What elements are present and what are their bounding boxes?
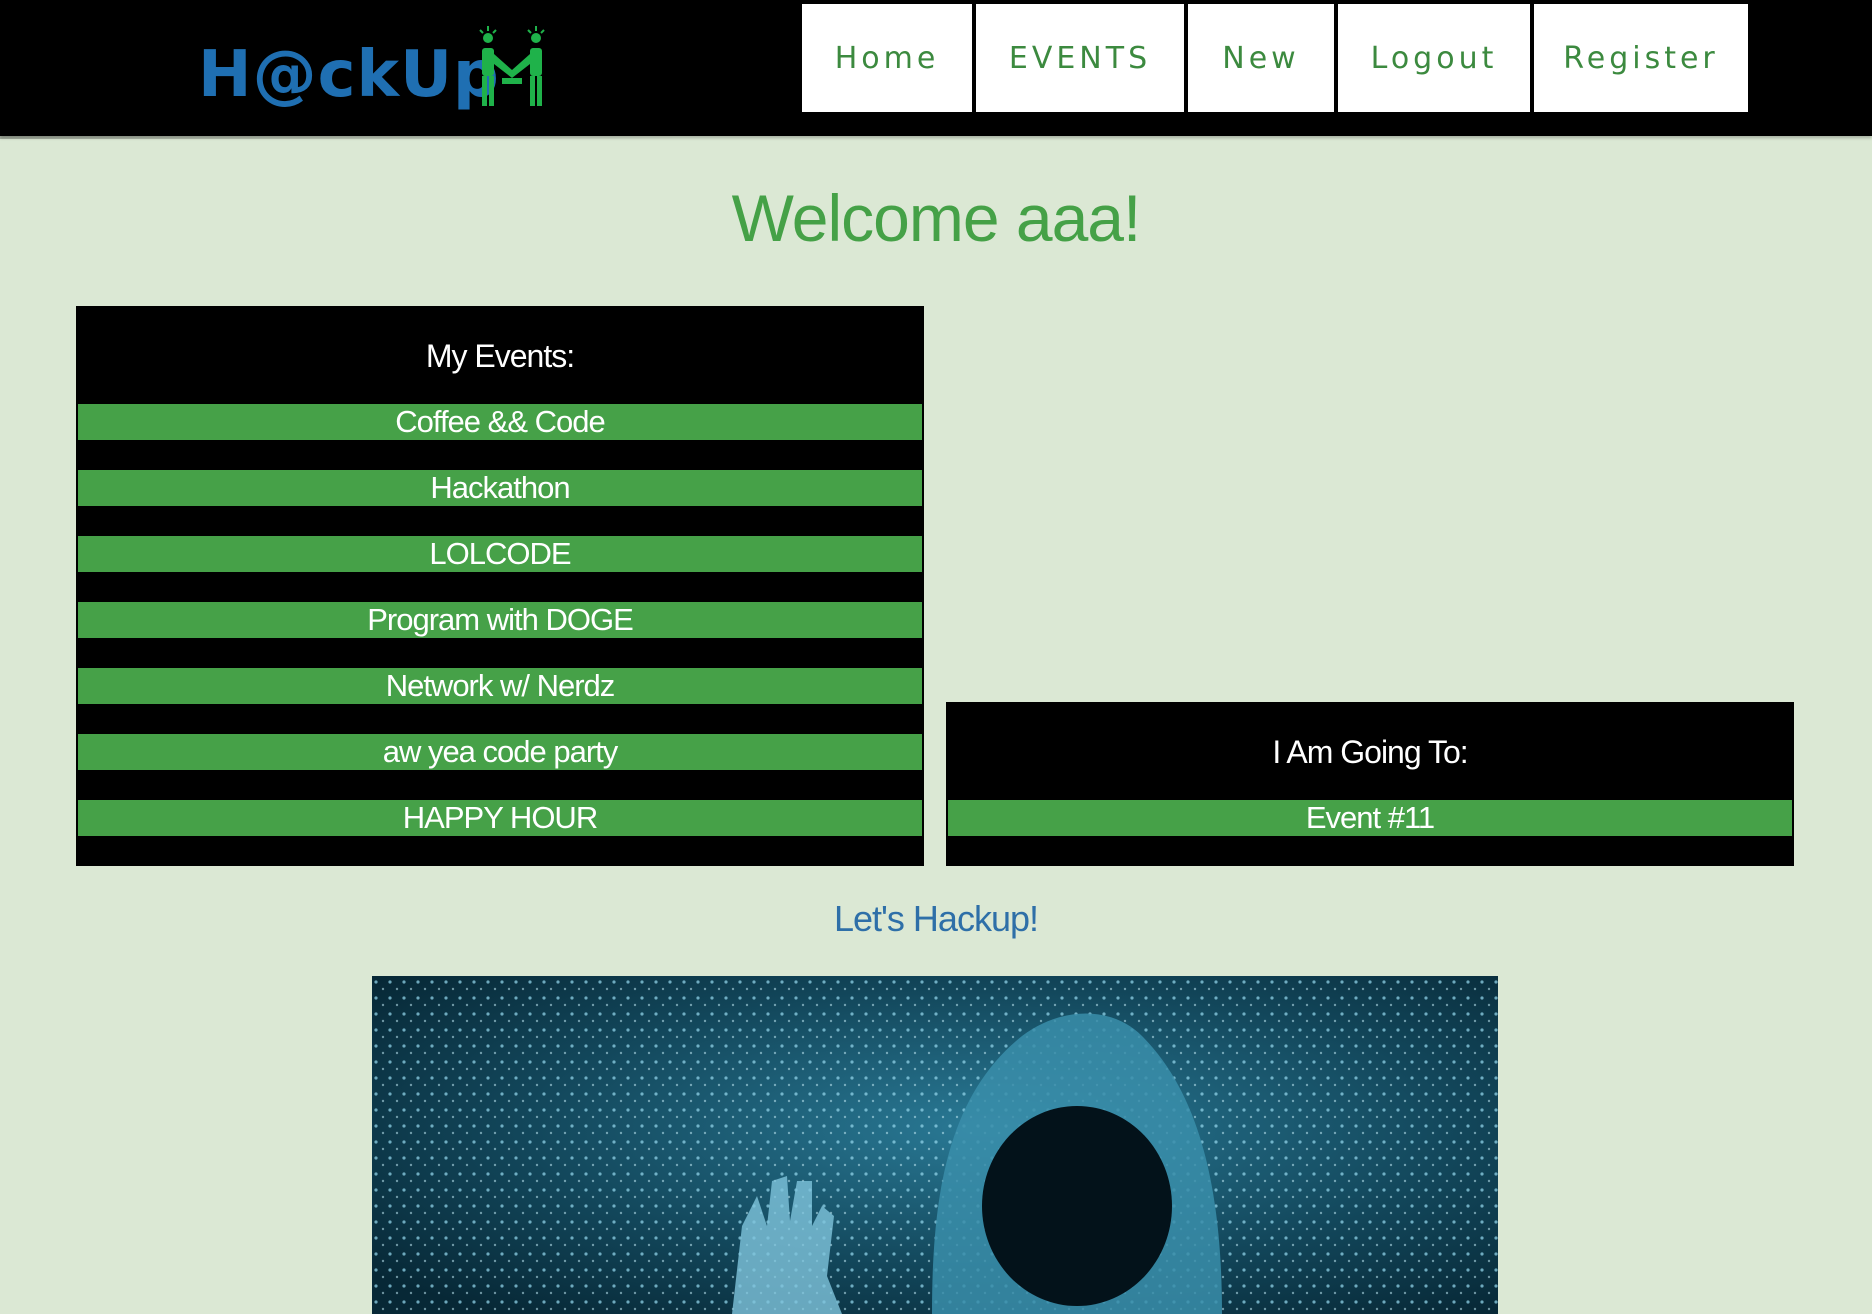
event-link[interactable]: Program with DOGE: [78, 602, 922, 638]
nav-events[interactable]: EVENTS: [976, 4, 1184, 112]
logo-wordmark: H@ckUp: [198, 38, 500, 112]
event-link[interactable]: aw yea code party: [78, 734, 922, 770]
welcome-heading: Welcome aaa!: [731, 181, 1142, 255]
nav-home[interactable]: Home: [802, 4, 972, 112]
hackup-logo[interactable]: H@ckUp: [196, 24, 552, 116]
event-link[interactable]: HAPPY HOUR: [78, 800, 922, 836]
header-shadow: [0, 136, 680, 139]
event-link[interactable]: Hackathon: [78, 470, 922, 506]
my-events-title: My Events:: [425, 338, 575, 374]
event-link[interactable]: LOLCODE: [78, 536, 922, 572]
going-to-title: I Am Going To:: [1272, 734, 1468, 770]
nav-new[interactable]: New: [1188, 4, 1334, 112]
hacker-hero-image: [372, 976, 1498, 1314]
nav-register[interactable]: Register: [1534, 4, 1748, 112]
nav-logout[interactable]: Logout: [1338, 4, 1530, 112]
tagline: Let's Hackup!: [834, 898, 1039, 939]
event-link[interactable]: Network w/ Nerdz: [78, 668, 922, 704]
going-to-panel: I Am Going To: Event #11: [946, 702, 1794, 866]
people-icon: [479, 26, 545, 106]
site-header: H@ckUp Home EVENTS New Logout Register: [0, 0, 1872, 136]
event-link[interactable]: Event #11: [948, 800, 1792, 836]
event-link[interactable]: Coffee && Code: [78, 404, 922, 440]
my-events-panel: My Events: Coffee && Code Hackathon LOLC…: [76, 306, 924, 866]
